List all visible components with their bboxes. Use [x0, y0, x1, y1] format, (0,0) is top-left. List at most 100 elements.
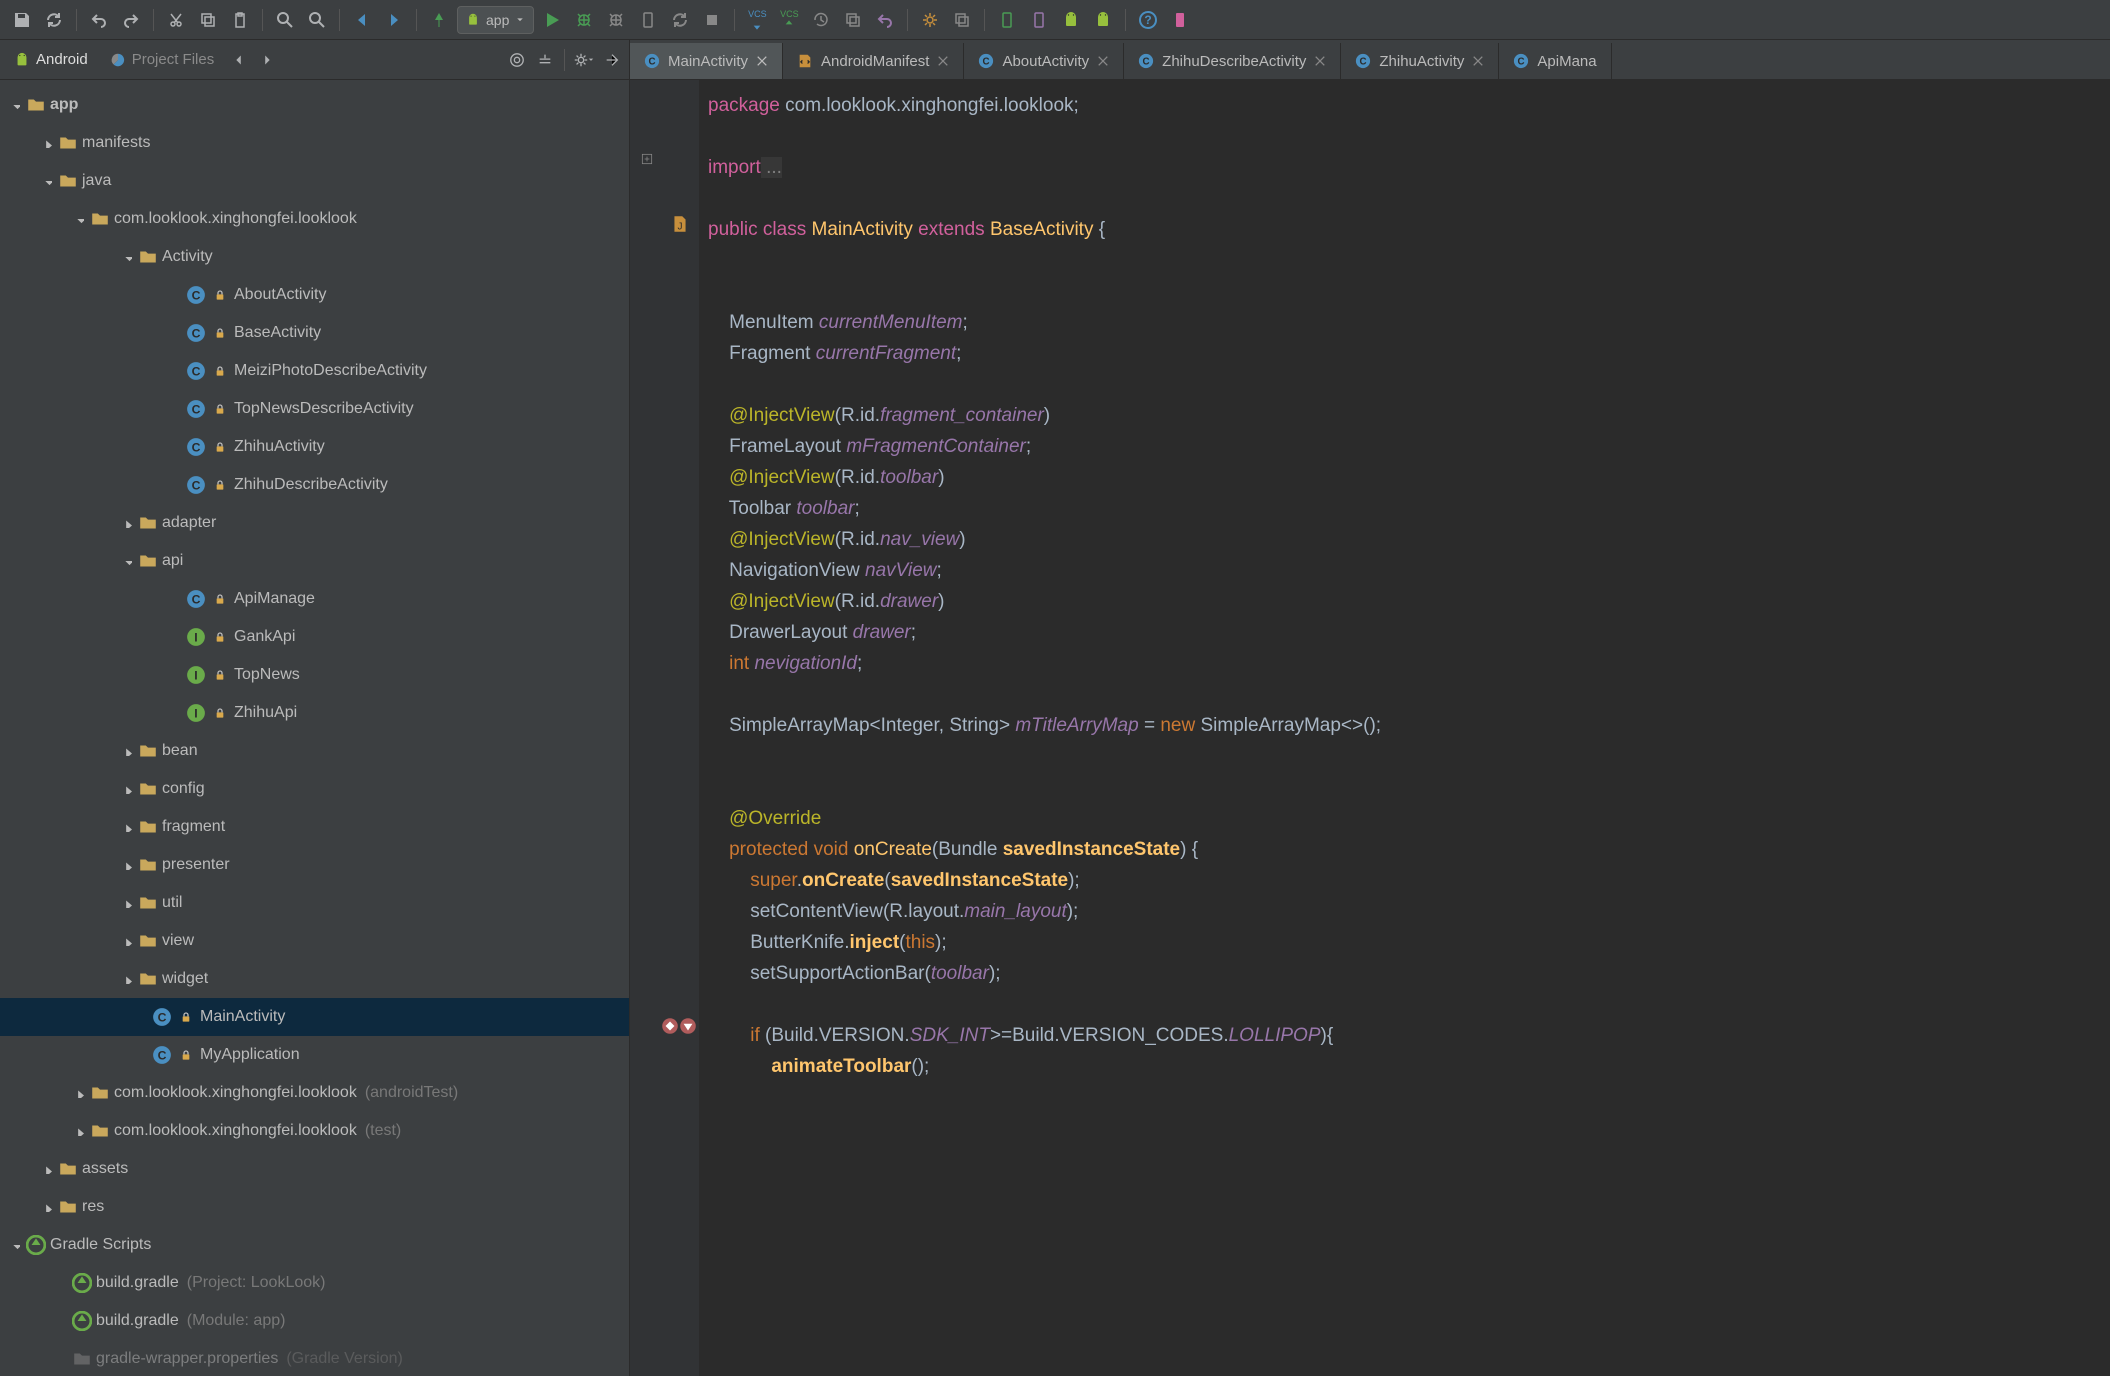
tab-zhihudesc[interactable]: CZhihuDescribeActivity: [1124, 43, 1341, 79]
run-config-selector[interactable]: app: [457, 6, 534, 34]
debug-button[interactable]: [570, 6, 598, 34]
tab-android[interactable]: Android: [4, 45, 98, 74]
close-icon[interactable]: [1314, 55, 1326, 67]
tree-node-fragment[interactable]: fragment: [0, 808, 629, 846]
vcs-commit-button[interactable]: VCS: [775, 6, 803, 34]
close-icon[interactable]: [1472, 55, 1484, 67]
tree-node-gradle-scripts[interactable]: Gradle Scripts: [0, 1226, 629, 1264]
save-button[interactable]: [8, 6, 36, 34]
tab-about[interactable]: CAboutActivity: [964, 43, 1124, 79]
nav-back-button[interactable]: [348, 6, 376, 34]
tree-node-adapter[interactable]: adapter: [0, 504, 629, 542]
device-button[interactable]: [1025, 6, 1053, 34]
tree-node-view[interactable]: view: [0, 922, 629, 960]
tree-node-gradle-wrapper[interactable]: gradle-wrapper.properties(Gradle Version…: [0, 1340, 629, 1376]
help-button[interactable]: [1134, 6, 1162, 34]
tree-node-zhihudesc-activity[interactable]: ZhihuDescribeActivity: [0, 466, 629, 504]
sync-button[interactable]: [40, 6, 68, 34]
collapse-all-button[interactable]: [532, 47, 558, 73]
tree-node-assets[interactable]: assets: [0, 1150, 629, 1188]
tree-node-package-test[interactable]: com.looklook.xinghongfei.looklook(test): [0, 1112, 629, 1150]
tree-node-app[interactable]: app: [0, 86, 629, 124]
vcs-revert-button[interactable]: [871, 6, 899, 34]
paste-button[interactable]: [226, 6, 254, 34]
tree-node-config[interactable]: config: [0, 770, 629, 808]
tab-label: MainActivity: [668, 53, 748, 70]
tree-label: MainActivity: [200, 1008, 285, 1026]
run-button[interactable]: [538, 6, 566, 34]
vcs-diff-button[interactable]: [839, 6, 867, 34]
java-file-icon[interactable]: [670, 214, 690, 234]
fold-icon[interactable]: [640, 152, 654, 166]
scroll-left-button[interactable]: [226, 47, 252, 73]
redo-button[interactable]: [117, 6, 145, 34]
editor-gutter[interactable]: [630, 80, 700, 1376]
attach-debugger-button[interactable]: [634, 6, 662, 34]
profile-button[interactable]: [602, 6, 630, 34]
code-editor[interactable]: package com.looklook.xinghongfei.lookloo…: [700, 80, 2110, 1376]
tree-node-activity[interactable]: Activity: [0, 238, 629, 276]
tree-node-package-main[interactable]: com.looklook.xinghongfei.looklook: [0, 200, 629, 238]
find-button[interactable]: [271, 6, 299, 34]
cut-button[interactable]: [162, 6, 190, 34]
tree-node-mainactivity[interactable]: MainActivity: [0, 998, 629, 1036]
tree-node-zhihuapi[interactable]: ZhihuApi: [0, 694, 629, 732]
android-icon: [14, 52, 30, 68]
tree-node-myapplication[interactable]: MyApplication: [0, 1036, 629, 1074]
tab-manifest[interactable]: AndroidManifest: [783, 43, 964, 79]
tree-node-presenter[interactable]: presenter: [0, 846, 629, 884]
tree-node-topnews-iface[interactable]: TopNews: [0, 656, 629, 694]
sdk-button[interactable]: [1057, 6, 1085, 34]
impl-down-icon[interactable]: [678, 1016, 698, 1036]
tree-node-topnews-activity[interactable]: TopNewsDescribeActivity: [0, 390, 629, 428]
tree-node-res[interactable]: res: [0, 1188, 629, 1226]
target-button[interactable]: [504, 47, 530, 73]
tree-node-zhihu-activity[interactable]: ZhihuActivity: [0, 428, 629, 466]
tree-node-package-androidtest[interactable]: com.looklook.xinghongfei.looklook(androi…: [0, 1074, 629, 1112]
tab-zhihu[interactable]: CZhihuActivity: [1341, 43, 1499, 79]
tab-apimana[interactable]: CApiMana: [1499, 43, 1611, 79]
separator: [416, 9, 417, 31]
tree-node-java[interactable]: java: [0, 162, 629, 200]
tree-node-base-activity[interactable]: BaseActivity: [0, 314, 629, 352]
tree-node-about-activity[interactable]: AboutActivity: [0, 276, 629, 314]
close-icon[interactable]: [1097, 55, 1109, 67]
close-icon[interactable]: [756, 55, 768, 67]
view-settings-button[interactable]: [571, 47, 597, 73]
copy-button[interactable]: [194, 6, 222, 34]
tree-node-util[interactable]: util: [0, 884, 629, 922]
tree-node-gankapi[interactable]: GankApi: [0, 618, 629, 656]
sync-gradle-button[interactable]: [948, 6, 976, 34]
device-monitor-button[interactable]: [1166, 6, 1194, 34]
class-icon: C: [1513, 53, 1529, 69]
tree-node-build-gradle-project[interactable]: build.gradle(Project: LookLook): [0, 1264, 629, 1302]
stop-button[interactable]: [698, 6, 726, 34]
sdk-manager-button[interactable]: [1089, 6, 1117, 34]
hide-panel-button[interactable]: [599, 47, 625, 73]
tree-node-widget[interactable]: widget: [0, 960, 629, 998]
tree-node-manifests[interactable]: manifests: [0, 124, 629, 162]
vcs-update-button[interactable]: VCS: [743, 6, 771, 34]
rerun-button[interactable]: [666, 6, 694, 34]
tree-node-meizi-activity[interactable]: MeiziPhotoDescribeActivity: [0, 352, 629, 390]
make-button[interactable]: [425, 6, 453, 34]
vcs-history-button[interactable]: [807, 6, 835, 34]
tree-node-bean[interactable]: bean: [0, 732, 629, 770]
close-icon[interactable]: [937, 55, 949, 67]
tree-node-api[interactable]: api: [0, 542, 629, 580]
editor-area: CMainActivity AndroidManifest CAboutActi…: [630, 40, 2110, 1376]
undo-button[interactable]: [85, 6, 113, 34]
tab-mainactivity[interactable]: CMainActivity: [630, 43, 783, 79]
scroll-right-button[interactable]: [254, 47, 280, 73]
tree-label: ZhihuActivity: [234, 438, 325, 456]
run-config-label: app: [486, 12, 509, 28]
tab-project-files[interactable]: Project Files: [100, 45, 225, 74]
project-structure-button[interactable]: [916, 6, 944, 34]
tree-node-apimanage[interactable]: ApiManage: [0, 580, 629, 618]
replace-button[interactable]: [303, 6, 331, 34]
override-up-icon[interactable]: [660, 1016, 680, 1036]
avd-button[interactable]: [993, 6, 1021, 34]
svg-text:C: C: [983, 57, 990, 68]
tree-node-build-gradle-module[interactable]: build.gradle(Module: app): [0, 1302, 629, 1340]
nav-forward-button[interactable]: [380, 6, 408, 34]
